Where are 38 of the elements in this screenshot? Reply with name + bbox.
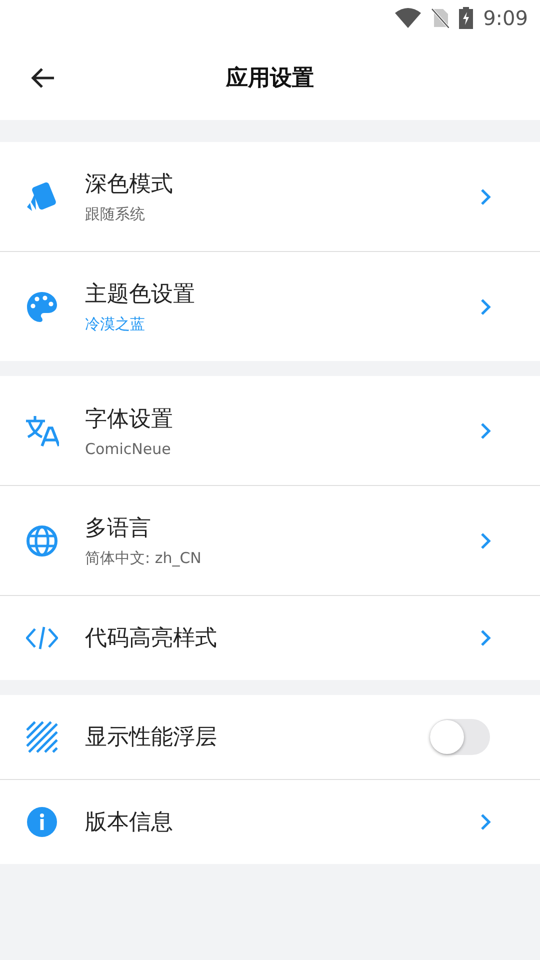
palette-icon [26, 290, 58, 322]
chevron-icon [480, 188, 492, 206]
chevron-icon [480, 629, 492, 647]
settings-item[interactable]: 字体设置 ComicNeue [0, 376, 540, 486]
item-label: 主题色设置 [85, 281, 196, 309]
settings-item[interactable]: 显示性能浮层 [0, 695, 540, 780]
chevron-icon [480, 298, 492, 316]
battery-charging-icon [459, 7, 474, 29]
settings-item[interactable]: 代码高亮样式 [0, 596, 540, 680]
item-label: 字体设置 [85, 406, 174, 434]
item-label: 多语言 [85, 515, 152, 543]
item-label: 显示性能浮层 [85, 724, 218, 752]
code-icon [26, 626, 58, 650]
chevron-icon [480, 813, 492, 831]
translate-icon [24, 414, 58, 446]
no-sim-icon [431, 8, 450, 28]
wifi-icon [395, 8, 422, 28]
item-label: 代码高亮样式 [85, 625, 218, 653]
item-value: ComicNeue [85, 440, 172, 458]
back-arrow-icon [30, 67, 56, 89]
settings-item[interactable]: 深色模式 跟随系统 [0, 142, 540, 252]
item-label: 版本信息 [85, 809, 174, 837]
settings-item[interactable]: 多语言 简体中文: zh_CN [0, 486, 540, 596]
chevron-icon [480, 422, 492, 440]
page-title: 应用设置 [226, 64, 314, 93]
status-time: 9:09 [483, 6, 528, 30]
stripes-icon [26, 721, 58, 753]
item-value: 冷漠之蓝 [85, 315, 146, 334]
toggle-switch[interactable] [430, 719, 490, 755]
settings-item[interactable]: 版本信息 [0, 780, 540, 864]
item-label: 深色模式 [85, 171, 174, 199]
item-value: 跟随系统 [85, 205, 146, 224]
globe-icon [26, 524, 58, 556]
info-icon [26, 806, 58, 838]
chevron-icon [480, 532, 492, 550]
item-value: 简体中文: zh_CN [85, 549, 202, 568]
cards-icon [26, 180, 58, 212]
settings-item[interactable]: 主题色设置 冷漠之蓝 [0, 252, 540, 361]
